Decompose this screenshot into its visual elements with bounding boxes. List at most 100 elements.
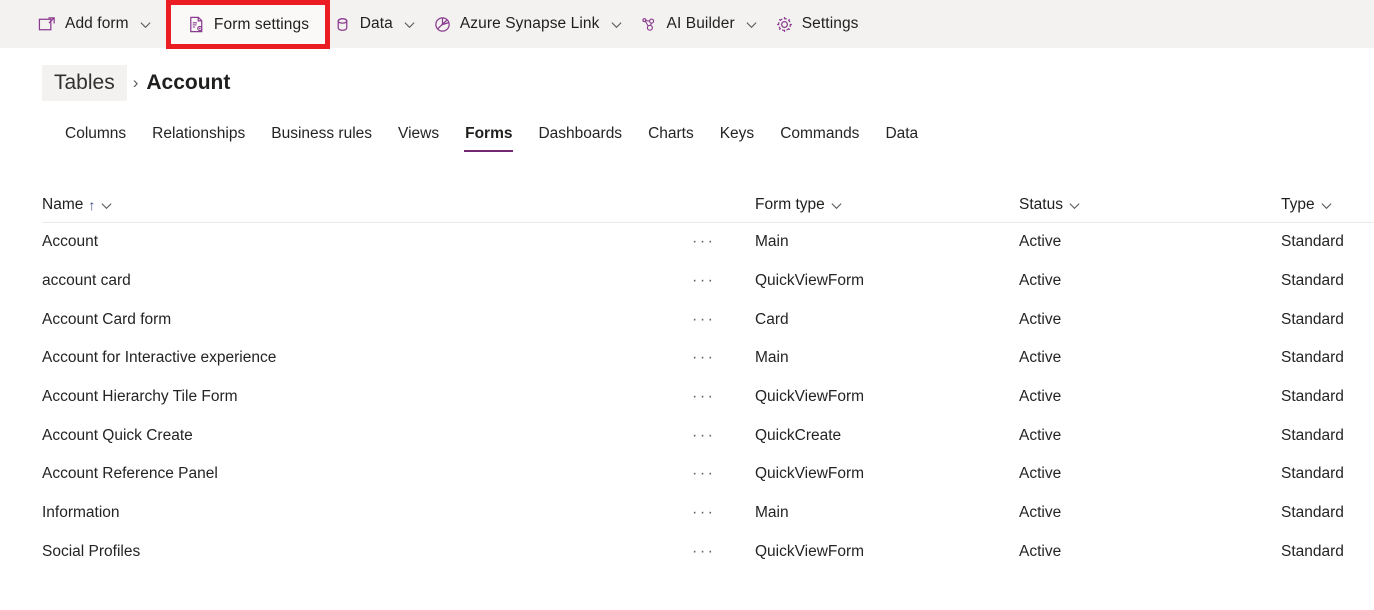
data-button[interactable]: Data [325, 6, 425, 42]
more-options-icon[interactable]: ··· [692, 350, 715, 366]
add-form-button[interactable]: Add form [30, 6, 161, 42]
form-settings-label: Form settings [214, 16, 309, 34]
cell-form-type: QuickCreate [755, 427, 1019, 445]
table-row[interactable]: Account Quick Create ··· QuickCreate Act… [42, 416, 1374, 455]
cell-type: Standard [1281, 465, 1374, 483]
cell-name: Social Profiles [42, 543, 692, 561]
chevron-down-icon[interactable] [830, 199, 843, 212]
add-form-icon [38, 15, 57, 34]
cell-type: Standard [1281, 272, 1374, 290]
tab-business-rules[interactable]: Business rules [258, 125, 385, 152]
tab-commands[interactable]: Commands [767, 125, 872, 152]
row-menu-button[interactable]: ··· [692, 505, 755, 521]
settings-button[interactable]: Settings [767, 6, 867, 42]
table-row[interactable]: Account ··· Main Active Standard [42, 223, 1374, 262]
tab-views[interactable]: Views [385, 125, 452, 152]
cell-name: Account [42, 233, 692, 251]
more-options-icon[interactable]: ··· [692, 389, 715, 405]
cell-status: Active [1019, 233, 1281, 251]
table-row[interactable]: account card ··· QuickViewForm Active St… [42, 262, 1374, 301]
chevron-down-icon[interactable] [745, 17, 759, 31]
tab-data[interactable]: Data [872, 125, 931, 152]
row-menu-button[interactable]: ··· [692, 389, 755, 405]
table-row[interactable]: Account for Interactive experience ··· M… [42, 339, 1374, 378]
cell-name: Account Reference Panel [42, 465, 692, 483]
column-header-status[interactable]: Status [1019, 196, 1281, 214]
tab-forms[interactable]: Forms [452, 125, 525, 152]
cell-type: Standard [1281, 543, 1374, 561]
cell-status: Active [1019, 465, 1281, 483]
row-menu-button[interactable]: ··· [692, 466, 755, 482]
cell-name: account card [42, 272, 692, 290]
ai-builder-label: AI Builder [667, 15, 735, 33]
row-menu-button[interactable]: ··· [692, 428, 755, 444]
tab-dashboards[interactable]: Dashboards [525, 125, 635, 152]
more-options-icon[interactable]: ··· [692, 273, 715, 289]
chevron-down-icon[interactable] [403, 17, 417, 31]
cell-name: Information [42, 504, 692, 522]
tab-relationships[interactable]: Relationships [139, 125, 258, 152]
tab-columns[interactable]: Columns [52, 125, 139, 152]
table-row[interactable]: Account Card form ··· Card Active Standa… [42, 300, 1374, 339]
settings-label: Settings [802, 15, 859, 33]
cell-status: Active [1019, 311, 1281, 329]
chevron-down-icon[interactable] [1068, 199, 1081, 212]
column-header-name[interactable]: Name ↑ [42, 196, 692, 214]
cell-type: Standard [1281, 504, 1374, 522]
cell-status: Active [1019, 543, 1281, 561]
table-row[interactable]: Account Hierarchy Tile Form ··· QuickVie… [42, 378, 1374, 417]
tab-charts[interactable]: Charts [635, 125, 707, 152]
azure-synapse-link-icon [433, 15, 452, 34]
row-menu-button[interactable]: ··· [692, 544, 755, 560]
cell-form-type: QuickViewForm [755, 543, 1019, 561]
entity-tab-list: Columns Relationships Business rules Vie… [0, 108, 1374, 152]
cell-form-type: QuickViewForm [755, 465, 1019, 483]
table-row[interactable]: Social Profiles ··· QuickViewForm Active… [42, 533, 1374, 572]
column-header-form-type-label: Form type [755, 196, 825, 214]
cell-form-type: Card [755, 311, 1019, 329]
sort-ascending-icon: ↑ [88, 198, 95, 212]
more-options-icon[interactable]: ··· [692, 505, 715, 521]
more-options-icon[interactable]: ··· [692, 234, 715, 250]
database-icon [333, 15, 352, 34]
row-menu-button[interactable]: ··· [692, 234, 755, 250]
chevron-down-icon[interactable] [139, 17, 153, 31]
column-header-form-type[interactable]: Form type [755, 196, 1019, 214]
row-menu-button[interactable]: ··· [692, 350, 755, 366]
chevron-down-icon[interactable] [100, 199, 113, 212]
data-label: Data [360, 15, 393, 33]
azure-synapse-link-button[interactable]: Azure Synapse Link [425, 6, 632, 42]
page-title: Account [144, 65, 232, 100]
breadcrumb-item-tables[interactable]: Tables [42, 65, 127, 100]
more-options-icon[interactable]: ··· [692, 428, 715, 444]
cell-status: Active [1019, 388, 1281, 406]
more-options-icon[interactable]: ··· [692, 312, 715, 328]
column-header-type[interactable]: Type [1281, 196, 1374, 214]
ai-builder-button[interactable]: AI Builder [632, 6, 767, 42]
cell-status: Active [1019, 272, 1281, 290]
chevron-down-icon[interactable] [610, 17, 624, 31]
cell-type: Standard [1281, 233, 1374, 251]
cell-type: Standard [1281, 349, 1374, 367]
azure-synapse-link-label: Azure Synapse Link [460, 15, 600, 33]
form-settings-highlight: Form settings [166, 0, 330, 49]
cell-form-type: QuickViewForm [755, 388, 1019, 406]
tab-keys[interactable]: Keys [707, 125, 767, 152]
more-options-icon[interactable]: ··· [692, 544, 715, 560]
cell-type: Standard [1281, 311, 1374, 329]
breadcrumb-separator-icon: › [133, 73, 139, 93]
cell-form-type: Main [755, 233, 1019, 251]
cell-type: Standard [1281, 388, 1374, 406]
table-row[interactable]: Account Reference Panel ··· QuickViewFor… [42, 455, 1374, 494]
cell-status: Active [1019, 349, 1281, 367]
row-menu-button[interactable]: ··· [692, 273, 755, 289]
cell-name: Account Card form [42, 311, 692, 329]
row-menu-button[interactable]: ··· [692, 312, 755, 328]
chevron-down-icon[interactable] [1320, 199, 1333, 212]
command-bar: Add form Data Azure Synapse Link [0, 0, 1374, 48]
column-header-status-label: Status [1019, 196, 1063, 214]
cell-form-type: Main [755, 349, 1019, 367]
form-settings-button[interactable]: Form settings [183, 7, 313, 43]
table-row[interactable]: Information ··· Main Active Standard [42, 494, 1374, 533]
more-options-icon[interactable]: ··· [692, 466, 715, 482]
